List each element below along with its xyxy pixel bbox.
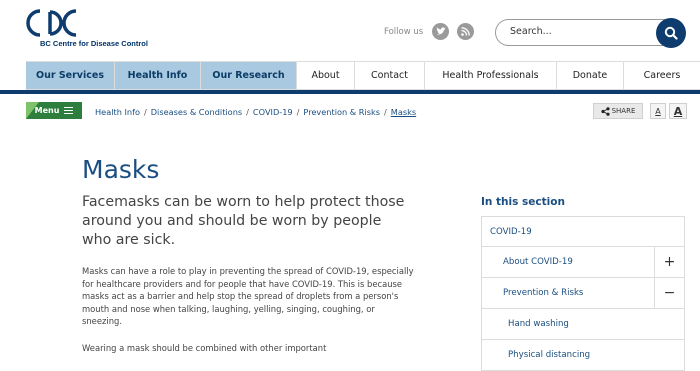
bccdc-logo[interactable]: BC Centre for Disease Control [26,8,156,50]
nav-contact[interactable]: Contact [355,62,425,89]
share-label: SHARE [611,107,636,115]
nav-donate[interactable]: Donate [557,62,624,89]
breadcrumb: Health Info / Diseases & Conditions / CO… [95,107,416,117]
expand-icon[interactable]: + [654,247,684,277]
collapse-icon[interactable]: − [654,278,684,308]
menu-label: Menu [34,106,60,115]
breadcrumb-separator: / [143,107,147,117]
breadcrumb-health-info[interactable]: Health Info [95,107,140,117]
font-size-small-button[interactable]: A [650,103,666,119]
nav-our-research[interactable]: Our Research [201,62,297,89]
breadcrumb-masks[interactable]: Masks [391,107,416,117]
section-nav-physical-distancing[interactable]: Physical distancing [481,340,685,371]
utility-bar: Menu Health Info / Diseases & Conditions… [0,94,700,132]
search-box [495,18,686,48]
page-title: Masks [82,155,160,184]
breadcrumb-covid-19[interactable]: COVID-19 [253,107,293,117]
share-button[interactable]: SHARE [593,103,643,119]
nav-our-services[interactable]: Our Services [26,62,115,89]
menu-button[interactable]: Menu [26,102,82,119]
breadcrumb-prevention-risks[interactable]: Prevention & Risks [303,107,380,117]
rss-icon[interactable] [457,23,475,40]
search-button[interactable] [656,18,686,48]
body-paragraph: Masks can have a role to play in prevent… [82,266,414,327]
breadcrumb-diseases-conditions[interactable]: Diseases & Conditions [151,107,242,117]
section-nav-heading: In this section [481,196,565,208]
section-nav-label: COVID-19 [490,226,532,237]
section-nav: COVID-19 About COVID-19 + Prevention & R… [481,216,685,371]
section-nav-label: Hand washing [508,319,569,329]
nav-about[interactable]: About [297,62,355,89]
nav-health-info[interactable]: Health Info [115,62,201,89]
font-size-large-button[interactable]: A [669,103,687,119]
breadcrumb-separator: / [384,107,387,117]
twitter-icon[interactable] [432,23,450,40]
site-header: BC Centre for Disease Control Follow us [0,0,700,58]
section-nav-prevention-risks[interactable]: Prevention & Risks − [481,278,685,309]
follow-us: Follow us [384,23,475,40]
nav-health-professionals[interactable]: Health Professionals [425,62,557,89]
brand-name: BC Centre for Disease Control [40,39,148,48]
body-paragraph: Wearing a mask should be combined with o… [82,343,327,353]
search-input[interactable] [510,26,640,37]
section-nav-hand-washing[interactable]: Hand washing [481,309,685,340]
section-nav-label: Physical distancing [508,350,591,360]
breadcrumb-separator: / [296,107,300,117]
section-nav-covid-19[interactable]: COVID-19 [481,216,685,247]
breadcrumb-separator: / [246,107,249,117]
follow-label: Follow us [384,26,424,37]
share-icon [600,106,610,116]
lead-text: Facemasks can be worn to help protect th… [82,194,405,248]
nav-careers[interactable]: Careers [624,62,700,89]
hamburger-icon [64,107,74,114]
section-nav-about-covid-19[interactable]: About COVID-19 + [481,247,685,278]
main-nav: Our Services Health Info Our Research Ab… [26,61,700,90]
section-nav-label: Prevention & Risks [503,288,584,298]
section-nav-label: About COVID-19 [503,257,573,267]
cdc-logo-mark [26,9,77,37]
search-icon [664,26,678,40]
